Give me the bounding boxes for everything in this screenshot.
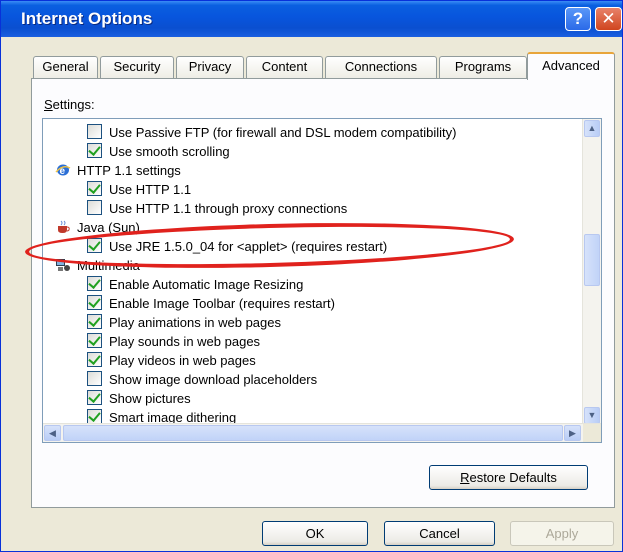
title-bar[interactable]: Internet Options ? ✕ bbox=[1, 1, 622, 37]
cancel-button[interactable]: Cancel bbox=[384, 521, 495, 546]
checkmark-icon bbox=[88, 238, 101, 251]
setting-label: Show image download placeholders bbox=[109, 372, 318, 387]
checkmark-icon bbox=[88, 390, 101, 403]
tab-label: Programs bbox=[454, 59, 512, 74]
ok-label: OK bbox=[305, 526, 325, 541]
ok-button[interactable]: OK bbox=[262, 521, 368, 546]
scroll-left-button[interactable]: ◀ bbox=[44, 425, 61, 441]
setting-label: Enable Image Toolbar (requires restart) bbox=[109, 296, 335, 311]
checkbox-unchecked[interactable] bbox=[87, 371, 102, 386]
window-title: Internet Options bbox=[21, 9, 153, 28]
restore-defaults-button[interactable]: Restore Defaults bbox=[429, 465, 588, 490]
setting-label: Show pictures bbox=[109, 391, 191, 406]
help-icon: ? bbox=[572, 9, 584, 28]
checkbox-unchecked[interactable] bbox=[87, 200, 102, 215]
checkbox-checked[interactable] bbox=[87, 352, 102, 367]
tab-label: Connections bbox=[344, 59, 418, 74]
setting-group-label: Java (Sun) bbox=[77, 220, 140, 235]
checkbox-checked[interactable] bbox=[87, 295, 102, 310]
checkmark-icon bbox=[88, 276, 101, 289]
checkbox-unchecked[interactable] bbox=[87, 124, 102, 139]
setting-label: Play videos in web pages bbox=[109, 353, 256, 368]
checkmark-icon bbox=[88, 409, 101, 422]
horizontal-scrollbar[interactable]: ◀ ▶ bbox=[43, 423, 601, 442]
tab-connections[interactable]: Connections bbox=[325, 56, 437, 78]
settings-list[interactable]: Use Passive FTP (for firewall and DSL mo… bbox=[42, 118, 602, 443]
setting-label: Play animations in web pages bbox=[109, 315, 281, 330]
setting-group-label: HTTP 1.1 settings bbox=[77, 163, 181, 178]
help-button[interactable]: ? bbox=[565, 7, 591, 31]
cancel-label: Cancel bbox=[419, 526, 460, 541]
checkmark-icon bbox=[88, 143, 101, 156]
checkbox-checked[interactable] bbox=[87, 314, 102, 329]
apply-button[interactable]: Apply bbox=[510, 521, 614, 546]
checkmark-icon bbox=[88, 314, 101, 327]
tab-label: General bbox=[42, 59, 89, 74]
apply-label: Apply bbox=[545, 526, 579, 541]
settings-heading: Settings: bbox=[44, 97, 95, 112]
scrollbar-corner bbox=[583, 424, 601, 442]
vertical-scroll-thumb[interactable] bbox=[584, 234, 600, 286]
checkmark-icon bbox=[88, 333, 101, 346]
close-button[interactable]: ✕ bbox=[595, 7, 622, 31]
setting-label: Use HTTP 1.1 bbox=[109, 182, 192, 197]
setting-label: Enable Automatic Image Resizing bbox=[109, 277, 304, 292]
checkmark-icon bbox=[88, 352, 101, 365]
tab-content[interactable]: Content bbox=[246, 56, 323, 78]
tab-advanced[interactable]: Advanced bbox=[527, 52, 615, 80]
checkbox-checked[interactable] bbox=[87, 333, 102, 348]
setting-group-label: Multimedia bbox=[77, 258, 140, 273]
scroll-right-button[interactable]: ▶ bbox=[564, 425, 581, 441]
tab-programs[interactable]: Programs bbox=[439, 56, 527, 78]
internet-options-window: Internet Options ? ✕ General Security Pr… bbox=[0, 0, 623, 552]
tab-general[interactable]: General bbox=[33, 56, 98, 78]
scroll-down-button[interactable]: ▼ bbox=[584, 407, 600, 424]
java-cup-icon bbox=[55, 220, 71, 234]
ie-globe-icon: e bbox=[55, 163, 71, 177]
setting-label: Play sounds in web pages bbox=[109, 334, 261, 349]
setting-label: Use smooth scrolling bbox=[109, 144, 230, 159]
horizontal-scroll-thumb[interactable] bbox=[63, 425, 563, 441]
checkbox-checked[interactable] bbox=[87, 181, 102, 196]
tab-privacy[interactable]: Privacy bbox=[176, 56, 244, 78]
tab-label: Advanced bbox=[542, 58, 600, 73]
checkmark-icon bbox=[88, 181, 101, 194]
multimedia-icon bbox=[55, 258, 71, 272]
setting-label: Use JRE 1.5.0_04 for <applet> (requires … bbox=[109, 239, 388, 254]
checkbox-checked[interactable] bbox=[87, 143, 102, 158]
tab-label: Security bbox=[113, 59, 161, 74]
setting-label: Use HTTP 1.1 through proxy connections bbox=[109, 201, 348, 216]
setting-label: Use Passive FTP (for firewall and DSL mo… bbox=[109, 125, 457, 140]
close-icon: ✕ bbox=[601, 9, 616, 28]
checkbox-checked[interactable] bbox=[87, 390, 102, 405]
checkbox-checked[interactable] bbox=[87, 409, 102, 424]
scroll-up-button[interactable]: ▲ bbox=[584, 120, 600, 137]
advanced-panel: Settings: Use Passive FTP (for firewall … bbox=[31, 78, 615, 508]
tab-label: Content bbox=[261, 59, 308, 74]
checkbox-checked[interactable] bbox=[87, 238, 102, 253]
tab-security[interactable]: Security bbox=[100, 56, 174, 78]
checkbox-checked[interactable] bbox=[87, 276, 102, 291]
tab-label: Privacy bbox=[188, 59, 232, 74]
checkmark-icon bbox=[88, 295, 101, 308]
vertical-scrollbar[interactable]: ▲ ▼ bbox=[582, 119, 601, 425]
